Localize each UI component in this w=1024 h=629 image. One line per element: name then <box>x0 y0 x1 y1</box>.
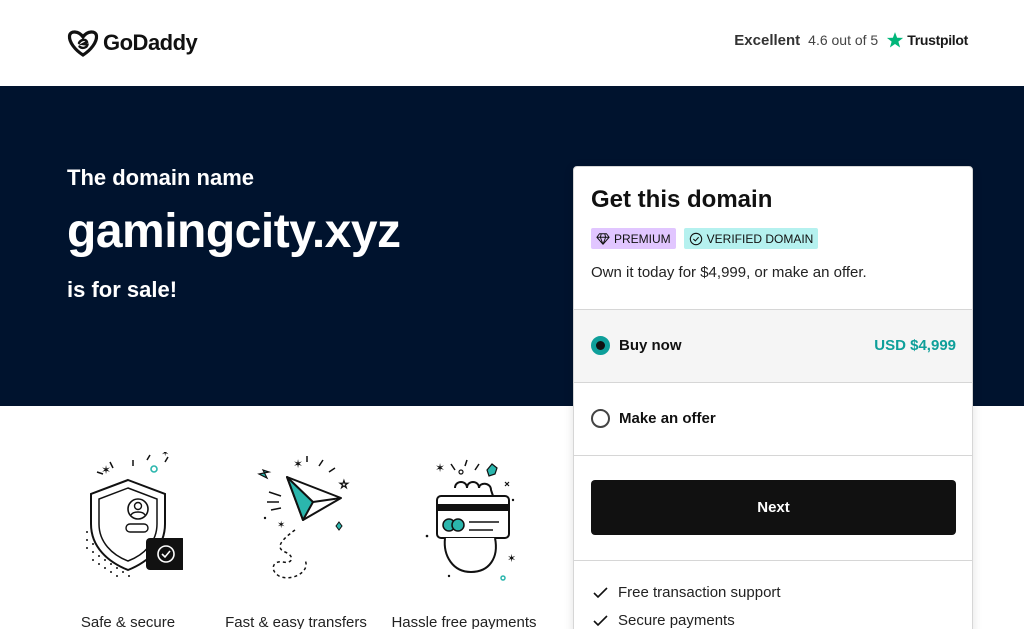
check-circle-icon <box>689 232 702 245</box>
option-make-offer[interactable]: Make an offer <box>574 383 972 455</box>
feature-label: Safe & secure <box>80 614 176 629</box>
svg-text:✶: ✶ <box>101 463 111 477</box>
svg-text:☆: ☆ <box>339 479 349 491</box>
trustpilot-brand: Trustpilot <box>886 31 968 49</box>
divider <box>574 455 972 456</box>
feature-label: Fast & easy transfers <box>225 614 367 629</box>
make-offer-radio[interactable] <box>591 409 610 428</box>
benefit-label: Secure payments <box>618 612 735 629</box>
diamond-icon <box>596 232 610 245</box>
svg-text:✶: ✶ <box>161 452 169 459</box>
buy-now-price: USD $4,999 <box>874 337 956 354</box>
verified-label: VERIFIED DOMAIN <box>706 231 814 246</box>
rating-score: 4.6 out of 5 <box>808 32 879 48</box>
feature-safe-secure: ✶ ✶ Safe & secure <box>63 452 193 629</box>
godaddy-logo[interactable]: GoDaddy <box>67 28 198 58</box>
buy-now-radio[interactable] <box>591 336 610 355</box>
benefit-label: Free transaction support <box>618 584 781 601</box>
divider <box>574 560 972 561</box>
next-button[interactable]: Next <box>591 480 956 535</box>
offer-description: Own it today for $4,999, or make an offe… <box>591 264 867 281</box>
trustpilot-rating[interactable]: Excellent 4.6 out of 5 Trustpilot <box>734 31 968 49</box>
benefit-item: Free transaction support <box>593 584 781 601</box>
domain-badges: PREMIUM VERIFIED DOMAIN <box>591 228 819 249</box>
card-title: Get this domain <box>591 186 773 213</box>
site-header: GoDaddy Excellent 4.6 out of 5 Trustpilo… <box>0 0 1024 86</box>
feature-hassle-free-payments: ✶ ✶ Hassle free payments <box>391 452 537 629</box>
brand-name: GoDaddy <box>103 30 198 55</box>
card-hand-icon: ✶ ✶ <box>425 459 516 581</box>
premium-badge: PREMIUM <box>591 228 676 249</box>
shield-icon: ✶ ✶ <box>86 452 183 577</box>
godaddy-mark-icon <box>67 30 99 57</box>
verified-badge: VERIFIED DOMAIN <box>683 228 819 249</box>
feature-fast-transfers: ✶ ☆ ✶ Fast & easy transfers <box>225 452 367 629</box>
benefit-item: Secure payments <box>593 612 735 629</box>
buy-now-label: Buy now <box>619 337 682 354</box>
trustpilot-star-icon <box>887 32 904 48</box>
trustpilot-label: Trustpilot <box>907 32 968 48</box>
paper-plane-icon: ✶ ☆ ✶ <box>257 456 350 579</box>
premium-label: PREMIUM <box>614 231 671 246</box>
hero-post-text: is for sale! <box>67 277 178 302</box>
hero-pre-text: The domain name <box>67 165 255 190</box>
checkmark-icon <box>593 586 608 598</box>
checkmark-icon <box>593 614 608 626</box>
svg-text:✶: ✶ <box>277 520 285 531</box>
svg-text:✶: ✶ <box>435 461 445 475</box>
rating-label: Excellent <box>734 31 801 49</box>
make-offer-label: Make an offer <box>619 410 716 427</box>
svg-text:✶: ✶ <box>507 553 516 565</box>
domain-name: gamingcity.xyz <box>67 205 401 258</box>
feature-label: Hassle free payments <box>391 614 537 629</box>
svg-text:✶: ✶ <box>293 457 303 471</box>
purchase-card: Get this domain PREMIUM VERIFIED DOMAIN … <box>573 166 973 629</box>
option-buy-now[interactable]: Buy now USD $4,999 <box>574 310 972 382</box>
